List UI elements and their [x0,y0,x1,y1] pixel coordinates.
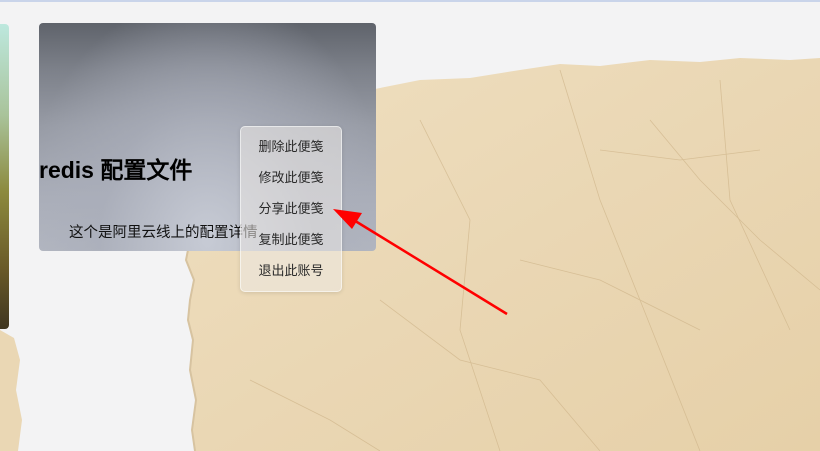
left-note-thumbnail[interactable] [0,24,9,329]
context-menu: 删除此便笺 修改此便笺 分享此便笺 复制此便笺 退出此账号 [240,126,342,292]
menu-item-delete-note[interactable]: 删除此便笺 [241,133,341,164]
menu-item-share-note[interactable]: 分享此便笺 [241,195,341,226]
note-title: redis 配置文件 [39,157,193,183]
menu-item-edit-note[interactable]: 修改此便笺 [241,164,341,195]
note-description: 这个是阿里云线上的配置详情 [69,225,258,241]
menu-item-copy-note[interactable]: 复制此便笺 [241,226,341,257]
menu-item-logout[interactable]: 退出此账号 [241,257,341,288]
